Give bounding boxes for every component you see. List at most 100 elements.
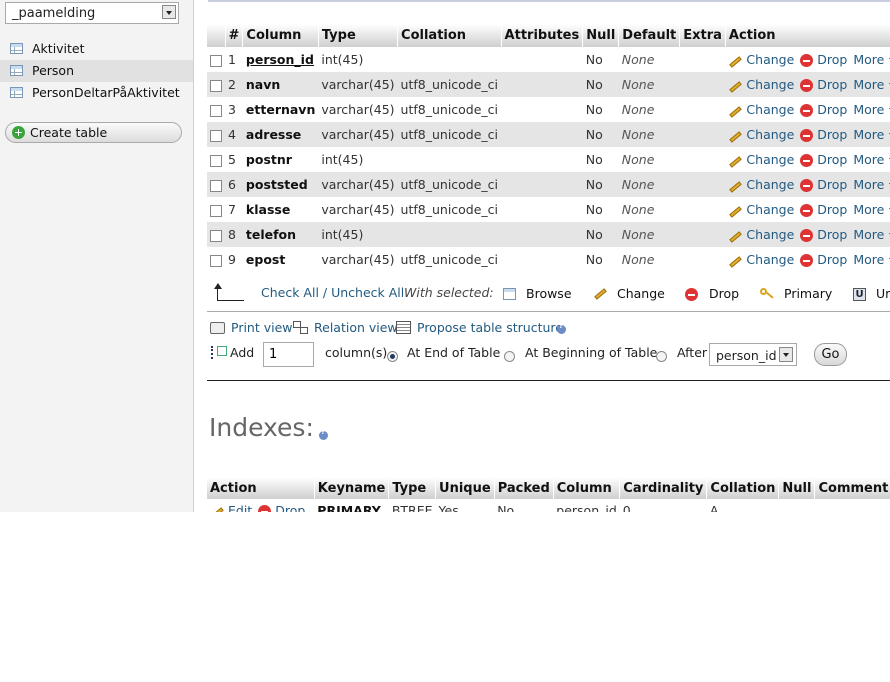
change-button[interactable]: Change xyxy=(728,202,794,217)
column-name[interactable]: poststed xyxy=(246,177,308,192)
add-columns-count-input[interactable] xyxy=(263,342,314,367)
more-button[interactable]: More xyxy=(853,252,890,267)
column-name[interactable]: epost xyxy=(246,252,285,267)
more-label: More xyxy=(853,227,885,242)
header-type[interactable]: Type xyxy=(318,24,399,47)
row-checkbox[interactable] xyxy=(210,204,222,217)
change-button[interactable]: Change xyxy=(728,252,794,267)
drop-button[interactable]: Drop xyxy=(800,177,847,192)
change-button[interactable]: Change xyxy=(728,52,794,67)
drop-label: Drop xyxy=(817,202,848,217)
row-checkbox[interactable] xyxy=(210,54,222,67)
change-button[interactable]: Change xyxy=(728,102,794,117)
edit-index-button[interactable]: Edit xyxy=(210,503,252,512)
table-icon[interactable] xyxy=(10,65,23,76)
change-button[interactable]: Change xyxy=(728,227,794,242)
drop-button[interactable]: Drop xyxy=(800,227,847,242)
print-view-link[interactable]: Print view xyxy=(231,320,293,335)
help-icon[interactable] xyxy=(557,322,566,334)
change-selected-button[interactable]: Change xyxy=(617,286,665,301)
drop-button[interactable]: Drop xyxy=(800,127,847,142)
drop-button[interactable]: Drop xyxy=(800,202,847,217)
more-button[interactable]: More xyxy=(853,52,890,67)
more-button[interactable]: More xyxy=(853,102,890,117)
relation-icon[interactable] xyxy=(293,321,308,334)
more-button[interactable]: More xyxy=(853,77,890,92)
divider xyxy=(207,311,890,312)
database-select[interactable]: _paamelding xyxy=(5,2,179,24)
unique-button[interactable]: Ur xyxy=(876,286,890,301)
pencil-icon[interactable] xyxy=(593,287,607,299)
drop-icon[interactable] xyxy=(685,288,698,301)
relation-view-link[interactable]: Relation view xyxy=(314,320,398,335)
change-button[interactable]: Change xyxy=(728,77,794,92)
column-name[interactable]: adresse xyxy=(246,127,301,142)
column-name[interactable]: postnr xyxy=(246,152,292,167)
table-icon[interactable] xyxy=(10,87,23,98)
row-checkbox[interactable] xyxy=(210,254,222,267)
header-extra[interactable]: Extra xyxy=(679,24,726,47)
sidebar-item-persondeltarpaaktivitet[interactable]: PersonDeltarPåAktivitet xyxy=(0,82,193,104)
more-button[interactable]: More xyxy=(853,227,890,242)
after-column-select[interactable]: person_id xyxy=(709,343,797,366)
more-button[interactable]: More xyxy=(853,177,890,192)
drop-button[interactable]: Drop xyxy=(800,102,847,117)
change-button[interactable]: Change xyxy=(728,152,794,167)
row-checkbox[interactable] xyxy=(210,104,222,117)
sidebar-item-person[interactable]: Person xyxy=(0,60,193,82)
column-default: None xyxy=(621,77,655,92)
column-name[interactable]: klasse xyxy=(246,202,290,217)
at-beginning-radio[interactable] xyxy=(504,351,515,362)
header-default[interactable]: Default xyxy=(618,24,681,47)
idx-header-packed: Packed xyxy=(494,477,554,499)
column-name[interactable]: person_id xyxy=(246,52,314,67)
table-icon[interactable] xyxy=(10,43,23,54)
propose-structure-icon[interactable] xyxy=(396,321,411,334)
column-name[interactable]: etternavn xyxy=(246,102,315,117)
create-table-button[interactable]: Create table xyxy=(5,122,182,143)
column-name[interactable]: navn xyxy=(246,77,280,92)
column-type: varchar(45) xyxy=(318,197,398,222)
at-beginning-label[interactable]: At Beginning of Table xyxy=(525,345,657,360)
change-button[interactable]: Change xyxy=(728,127,794,142)
after-radio[interactable] xyxy=(656,351,667,362)
more-button[interactable]: More xyxy=(853,202,890,217)
drop-button[interactable]: Drop xyxy=(800,152,847,167)
more-button[interactable]: More xyxy=(853,152,890,167)
header-collation[interactable]: Collation xyxy=(397,24,502,47)
row-checkbox[interactable] xyxy=(210,129,222,142)
change-button[interactable]: Change xyxy=(728,177,794,192)
header-attributes[interactable]: Attributes xyxy=(501,24,584,47)
drop-button[interactable]: Drop xyxy=(800,77,847,92)
help-icon[interactable] xyxy=(319,428,328,440)
row-checkbox[interactable] xyxy=(210,154,222,167)
primary-button[interactable]: Primary xyxy=(784,286,832,301)
row-checkbox[interactable] xyxy=(210,179,222,192)
more-button[interactable]: More xyxy=(853,127,890,142)
row-checkbox[interactable] xyxy=(210,229,222,242)
at-end-label[interactable]: At End of Table xyxy=(407,345,500,360)
drop-index-button[interactable]: Drop xyxy=(258,503,305,512)
header-null[interactable]: Null xyxy=(582,24,620,47)
drop-label: Drop xyxy=(275,503,306,512)
sidebar-item-aktivitet[interactable]: Aktivitet xyxy=(0,38,193,60)
column-name[interactable]: telefon xyxy=(246,227,296,242)
browse-icon[interactable] xyxy=(503,288,516,300)
drop-button[interactable]: Drop xyxy=(800,52,847,67)
drop-selected-button[interactable]: Drop xyxy=(709,286,739,301)
header-column[interactable]: Column xyxy=(242,24,319,47)
chevron-down-icon[interactable] xyxy=(779,347,793,362)
unique-icon[interactable]: U xyxy=(853,288,866,301)
drop-button[interactable]: Drop xyxy=(800,252,847,267)
key-icon[interactable] xyxy=(760,288,774,300)
row-checkbox[interactable] xyxy=(210,79,222,92)
print-icon[interactable] xyxy=(210,322,225,334)
browse-button[interactable]: Browse xyxy=(526,286,572,301)
after-label[interactable]: After xyxy=(677,345,707,360)
at-end-radio[interactable] xyxy=(387,351,398,362)
propose-structure-link[interactable]: Propose table structure xyxy=(417,320,563,335)
chevron-down-icon[interactable] xyxy=(162,5,176,19)
go-button[interactable]: Go xyxy=(814,343,847,366)
check-all-link[interactable]: Check All / Uncheck All xyxy=(261,285,404,300)
change-label: Change xyxy=(746,127,795,142)
